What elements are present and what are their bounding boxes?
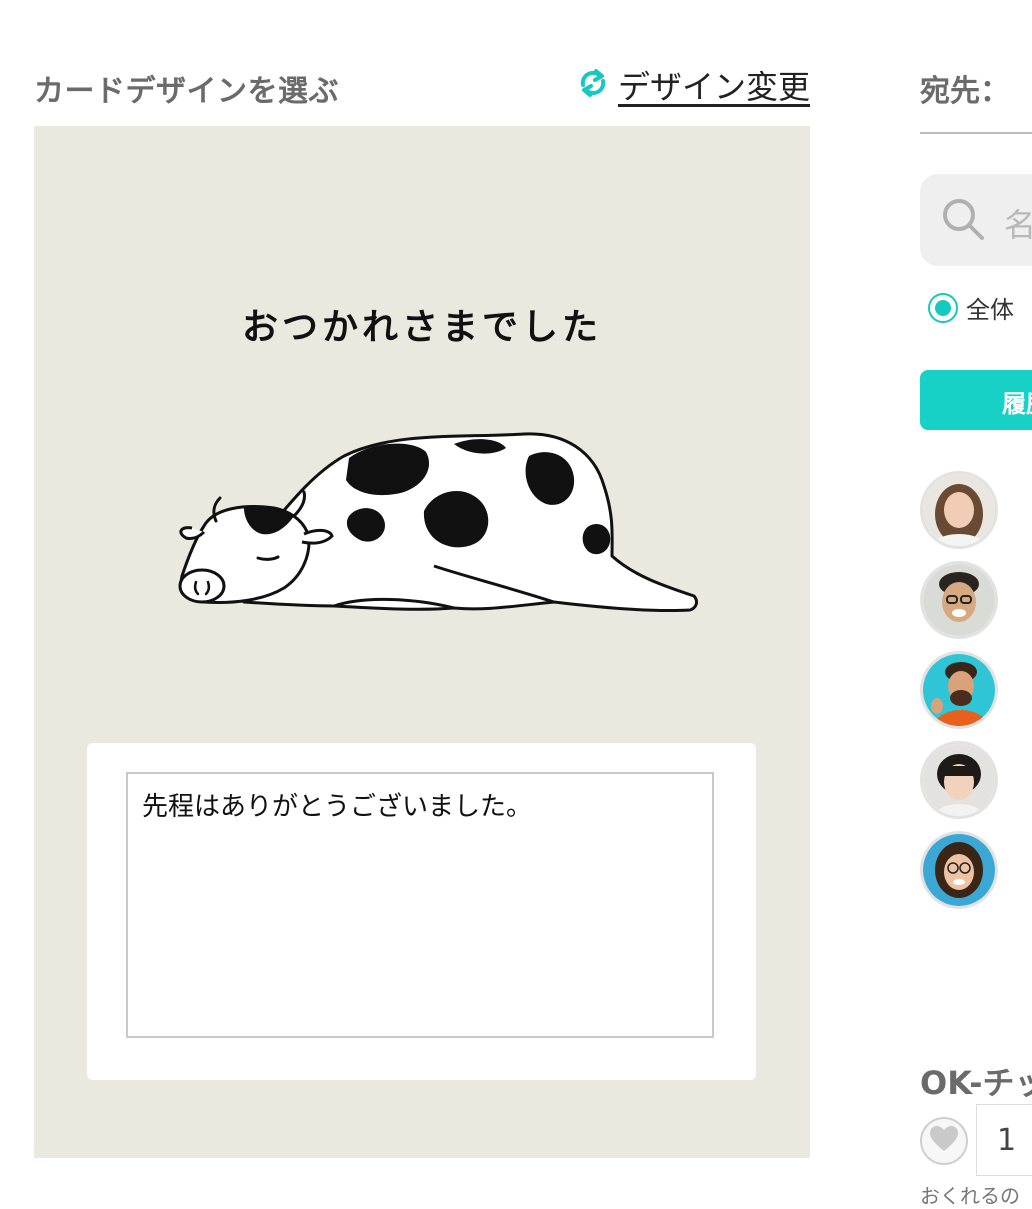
avatar[interactable] <box>920 651 998 729</box>
card-heading: おつかれさまでした <box>241 307 602 348</box>
recipient-label: 宛先： <box>920 74 1010 109</box>
search-icon <box>940 196 986 246</box>
heart-button[interactable] <box>920 1117 968 1165</box>
message-panel: 先程はありがとうございました。 <box>87 743 756 1080</box>
card-design-title: カードデザインを選ぶ <box>34 74 339 109</box>
avatar[interactable] <box>920 471 998 549</box>
divider <box>920 132 1032 134</box>
footer-note: おくれるの <box>920 1184 1020 1208</box>
message-textarea[interactable]: 先程はありがとうございました。 <box>126 772 714 1038</box>
history-button[interactable]: 履歴 <box>920 370 1032 430</box>
refresh-icon <box>576 68 610 102</box>
avatar[interactable] <box>920 741 998 819</box>
search-placeholder: 名 <box>1004 206 1032 244</box>
avatar[interactable] <box>920 561 998 639</box>
sleeping-cow-illustration <box>134 416 704 630</box>
avatar[interactable] <box>920 831 998 909</box>
heart-icon <box>929 1125 959 1157</box>
change-design-link[interactable]: デザイン変更 <box>576 62 810 108</box>
radio-all-label: 全体 <box>966 296 1014 324</box>
radio-selected-icon <box>928 292 958 323</box>
card-preview: おつかれさまでした 先程はありがとうございました。 <box>34 126 810 1158</box>
search-input[interactable]: 名 <box>920 174 1032 266</box>
ok-chip-title: OK-チッ <box>920 1064 1032 1102</box>
quantity-input[interactable]: 1 <box>976 1104 1032 1176</box>
radio-all[interactable]: 全体 <box>928 290 1014 325</box>
change-design-label: デザイン変更 <box>618 68 811 106</box>
